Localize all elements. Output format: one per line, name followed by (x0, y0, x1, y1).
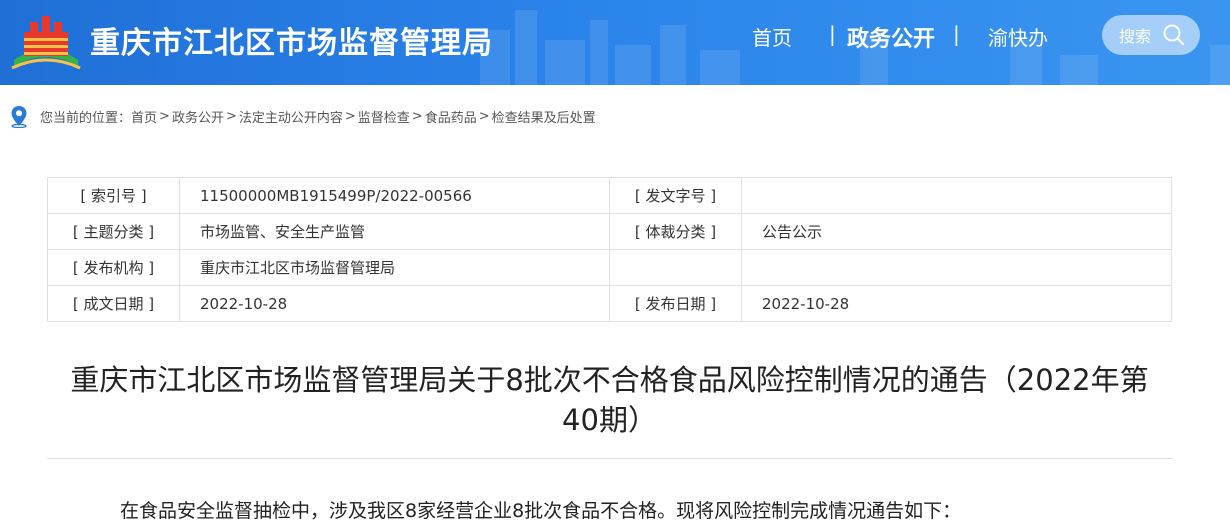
article-title-line-1: 重庆市江北区市场监督管理局关于8批次不合格食品风险控制情况的通告（2022年第 (70, 363, 1149, 397)
divider (47, 458, 1172, 459)
site-title[interactable]: 重庆市江北区市场监督管理局 (90, 18, 493, 62)
breadcrumb-separator: > (411, 108, 423, 124)
nav-home[interactable]: 首页 (752, 22, 792, 51)
publisher-label: [ 发布机构 ] (47, 249, 180, 286)
article-title-line-2: 40期） (562, 403, 657, 437)
nav-gov-affairs[interactable]: 政务公开 (847, 21, 935, 53)
breadcrumb-separator: > (344, 108, 356, 124)
nav-separator: | (953, 22, 960, 46)
topic-value: 市场监管、安全生产监管 (179, 213, 610, 250)
site-header: 重庆市江北区市场监督管理局 首页 | 政务公开 | 渝快办 搜索 (0, 0, 1230, 85)
genre-label: [ 体裁分类 ] (609, 213, 742, 250)
created-date-value: 2022-10-28 (179, 285, 610, 322)
breadcrumb: 您当前的位置： 首页 > 政务公开 > 法定主动公开内容 > 监督检查 > 食品… (8, 104, 596, 128)
search-label: 搜索 (1119, 27, 1152, 46)
breadcrumb-item-statutory[interactable]: 法定主动公开内容 (239, 107, 343, 126)
breadcrumb-item-gov-affairs[interactable]: 政务公开 (172, 107, 224, 126)
index-label: [ 索引号 ] (47, 177, 180, 214)
breadcrumb-item-home[interactable]: 首页 (131, 107, 157, 126)
created-date-label: [ 成文日期 ] (47, 285, 180, 322)
breadcrumb-item-inspection[interactable]: 监督检查 (358, 107, 410, 126)
emblem-logo (11, 16, 81, 70)
table-row: [ 主题分类 ] 市场监管、安全生产监管 [ 体裁分类 ] 公告公示 (47, 213, 1172, 250)
doc-number-label: [ 发文字号 ] (609, 177, 742, 214)
table-row: [ 成文日期 ] 2022-10-28 [ 发布日期 ] 2022-10-28 (47, 285, 1172, 322)
nav-service[interactable]: 渝快办 (988, 22, 1048, 51)
index-value: 11500000MB1915499P/2022-00566 (179, 177, 610, 214)
doc-number-value (741, 177, 1172, 214)
location-pin-icon (11, 106, 27, 128)
article-intro: 在食品安全监督抽检中，涉及我区8家经营企业8批次食品不合格。现将风险控制完成情况… (120, 500, 962, 522)
nav-separator: | (829, 22, 836, 46)
table-row: [ 索引号 ] 11500000MB1915499P/2022-00566 [ … (47, 177, 1172, 214)
published-date-label: [ 发布日期 ] (609, 285, 742, 322)
document-info-table: [ 索引号 ] 11500000MB1915499P/2022-00566 [ … (47, 177, 1172, 322)
search-button[interactable]: 搜索 (1102, 15, 1200, 55)
search-icon (1163, 24, 1185, 46)
empty-cell (609, 249, 742, 286)
topic-label: [ 主题分类 ] (47, 213, 180, 250)
breadcrumb-item-results[interactable]: 检查结果及后处置 (492, 107, 596, 126)
breadcrumb-item-food-drug[interactable]: 食品药品 (425, 107, 477, 126)
publisher-value: 重庆市江北区市场监督管理局 (179, 249, 610, 286)
breadcrumb-separator: > (478, 108, 490, 124)
empty-cell (741, 249, 1172, 286)
table-row: [ 发布机构 ] 重庆市江北区市场监督管理局 (47, 249, 1172, 286)
published-date-value: 2022-10-28 (741, 285, 1172, 322)
breadcrumb-separator: > (159, 108, 170, 124)
genre-value: 公告公示 (741, 213, 1172, 250)
article-title: 重庆市江北区市场监督管理局关于8批次不合格食品风险控制情况的通告（2022年第 … (47, 360, 1172, 440)
breadcrumb-separator: > (225, 108, 237, 124)
breadcrumb-prefix: 您当前的位置： (40, 110, 132, 126)
